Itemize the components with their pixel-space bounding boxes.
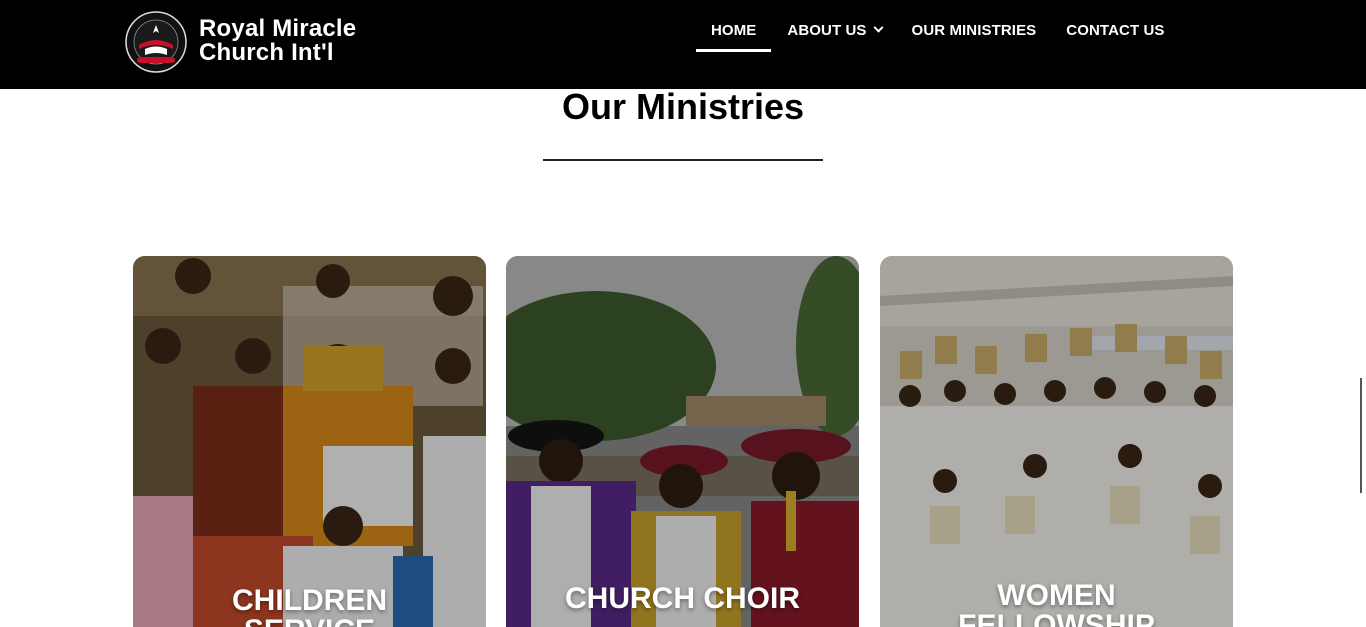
card-title-line-2: FELLOWSHIP (958, 609, 1155, 627)
nav-item-contact-us[interactable]: CONTACT US (1066, 0, 1164, 60)
ministry-card-children[interactable]: CHILDREN SERVICE (133, 256, 486, 627)
card-title-line-1: CHURCH CHOIR (565, 582, 800, 615)
nav-label-our-ministries: OUR MINISTRIES (911, 21, 1037, 39)
card-title-line-1: WOMEN (997, 579, 1116, 612)
site-header: Royal Miracle Church Int'l HOME ABOUT US… (0, 0, 1366, 89)
chevron-down-icon (873, 22, 883, 33)
church-seal-logo-icon[interactable] (125, 11, 187, 73)
brand-line-2: Church Int'l (199, 39, 334, 66)
page-title: Our Ministries (561, 86, 805, 127)
nav-item-about-us[interactable]: ABOUT US (787, 0, 883, 60)
title-divider (543, 159, 823, 161)
brand-line-1: Royal Miracle (199, 15, 357, 42)
card-title-women: WOMEN FELLOWSHIP (880, 581, 1233, 627)
nav-label-contact-us: CONTACT US (1066, 21, 1165, 39)
card-title-line-1: CHILDREN (232, 584, 387, 617)
nav-label-about-us: ABOUT US (787, 21, 867, 39)
nav-label-home: HOME (711, 21, 757, 39)
card-overlay (133, 256, 486, 627)
card-overlay (506, 256, 859, 627)
nav-item-our-ministries[interactable]: OUR MINISTRIES (912, 0, 1037, 60)
main-nav: HOME ABOUT US OUR MINISTRIES CONTACT US (696, 0, 1195, 89)
card-title-line-2: SERVICE (244, 614, 375, 627)
scrollbar-thumb[interactable] (1360, 378, 1362, 493)
card-overlay (880, 256, 1233, 627)
nav-item-home[interactable]: HOME (696, 0, 772, 60)
brand-name[interactable]: Royal Miracle Church Int'l (199, 17, 356, 65)
ministry-card-choir[interactable]: CHURCH CHOIR (506, 256, 859, 627)
ministry-card-women[interactable]: WOMEN FELLOWSHIP (880, 256, 1233, 627)
card-title-children: CHILDREN SERVICE (133, 586, 486, 627)
card-title-choir: CHURCH CHOIR (506, 584, 859, 614)
